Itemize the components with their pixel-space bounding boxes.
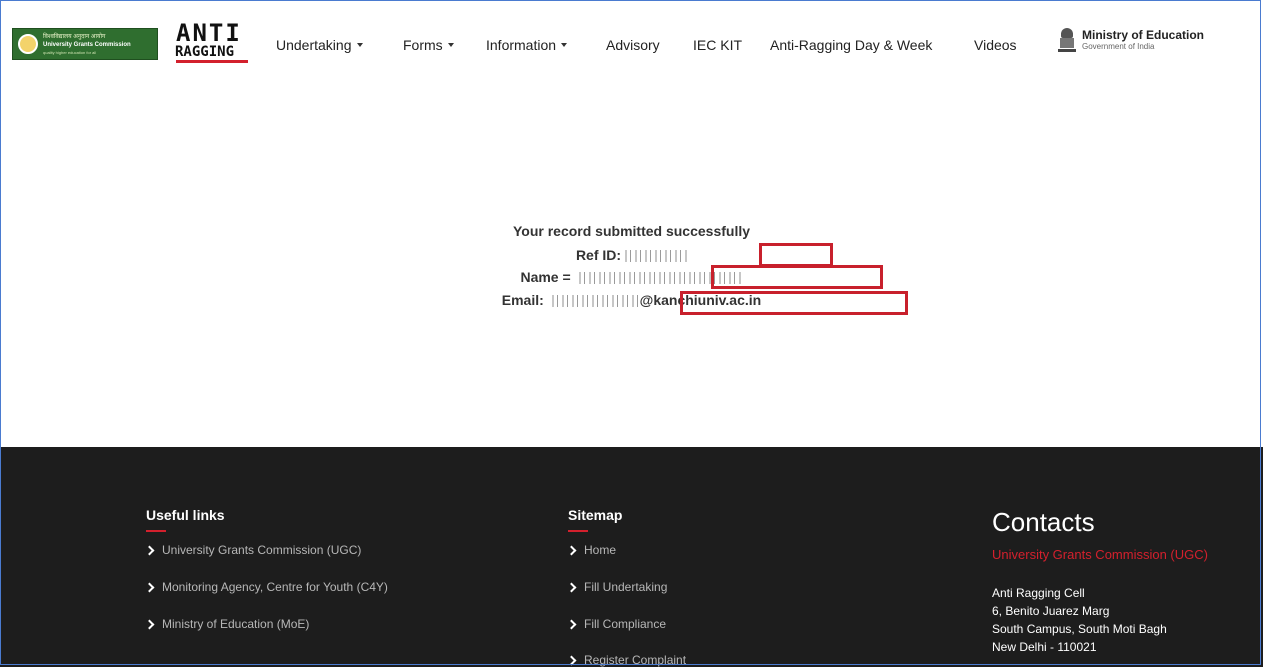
chevron-right-icon: [566, 619, 577, 629]
ref-id-highlight-box: [759, 243, 833, 267]
nav-forms[interactable]: Forms: [403, 36, 454, 54]
useful-link-label: Monitoring Agency, Centre for Youth (C4Y…: [162, 580, 388, 594]
chevron-right-icon: [566, 655, 577, 665]
ugc-logo-tagline: quality higher education for all: [43, 49, 97, 55]
nav-information[interactable]: Information: [486, 36, 568, 54]
useful-link-item[interactable]: Ministry of Education (MoE): [144, 617, 310, 631]
moe-title: Ministry of Education: [1082, 28, 1205, 42]
sitemap-link-label: Register Complaint: [584, 653, 687, 667]
nav-undertaking[interactable]: Undertaking: [276, 36, 363, 54]
name-label: Name =: [520, 269, 571, 285]
sitemap-link-item[interactable]: Home: [566, 543, 617, 557]
sitemap-link-label: Fill Compliance: [584, 617, 667, 631]
chevron-right-icon: [144, 582, 155, 592]
sitemap-link-item[interactable]: Fill Undertaking: [566, 580, 668, 594]
useful-link-item[interactable]: Monitoring Agency, Centre for Youth (C4Y…: [144, 580, 388, 594]
sitemap-rule: [568, 530, 588, 532]
sitemap-link-label: Fill Undertaking: [584, 580, 668, 594]
nav-label: Undertaking: [276, 37, 352, 53]
nav-label: Advisory: [606, 37, 660, 53]
nav-iec-kit[interactable]: IEC KIT: [693, 36, 742, 54]
email-line: Email: @kanchiuniv.ac.in: [0, 292, 1263, 308]
anti-ragging-logo-underline: [176, 60, 248, 63]
chevron-right-icon: [566, 545, 577, 555]
nav-videos[interactable]: Videos: [974, 36, 1017, 54]
nav-label: Videos: [974, 37, 1017, 53]
ref-id-label: Ref ID:: [575, 247, 622, 263]
sitemap-link-label: Home: [584, 543, 617, 557]
caret-down-icon: [447, 43, 454, 47]
nav-label: Information: [486, 37, 557, 53]
useful-link-item[interactable]: University Grants Commission (UGC): [144, 543, 362, 557]
caret-down-icon: [356, 43, 363, 47]
email-label: Email:: [501, 292, 544, 308]
useful-link-label: Ministry of Education (MoE): [162, 617, 310, 631]
useful-links-title: Useful links: [146, 507, 225, 523]
nav-anti-ragging-day-week[interactable]: Anti-Ragging Day & Week: [770, 36, 932, 54]
email-highlight-box: [680, 291, 908, 315]
chevron-right-icon: [566, 582, 577, 592]
useful-links-rule: [146, 530, 166, 532]
address-line: 6, Benito Juarez Marg: [992, 604, 1110, 618]
address-line: New Delhi - 110021: [992, 640, 1097, 654]
name-line: Name =: [0, 269, 1263, 285]
ugc-emblem-icon: [18, 34, 38, 54]
anti-ragging-logo-top: ANTI: [176, 19, 242, 47]
address-line: Anti Ragging Cell: [992, 586, 1085, 600]
site-header: विश्वविद्यालय अनुदान आयोग University Gra…: [0, 0, 1263, 88]
ugc-logo-name: University Grants Commission: [43, 41, 131, 48]
anti-ragging-logo-bottom: RAGGING: [175, 44, 235, 60]
contacts-title: Contacts: [992, 507, 1095, 537]
success-message: Your record submitted successfully: [512, 223, 751, 239]
chevron-right-icon: [144, 545, 155, 555]
sitemap-link-item[interactable]: Register Complaint: [566, 653, 687, 667]
email-user-redacted: [547, 295, 640, 308]
moe-logo[interactable]: Ministry of Education Government of Indi…: [1058, 28, 1204, 58]
sitemap-title: Sitemap: [568, 507, 623, 523]
name-highlight-box: [711, 265, 883, 289]
ref-id-line: Ref ID:: [0, 247, 1263, 263]
national-emblem-icon: [1058, 28, 1076, 54]
address-line: South Campus, South Moti Bagh: [992, 622, 1167, 636]
moe-subtitle: Government of India: [1082, 42, 1155, 51]
nav-label: Forms: [403, 37, 443, 53]
ref-id-value-redacted: [621, 250, 688, 263]
caret-down-icon: [561, 43, 568, 47]
anti-ragging-logo[interactable]: ANTI RAGGING: [172, 20, 252, 66]
contacts-org: University Grants Commission (UGC): [992, 547, 1208, 562]
sitemap-link-item[interactable]: Fill Compliance: [566, 617, 667, 631]
ugc-logo-hindi: विश्वविद्यालय अनुदान आयोग: [43, 33, 106, 40]
ugc-logo[interactable]: विश्वविद्यालय अनुदान आयोग University Gra…: [12, 28, 158, 60]
useful-link-label: University Grants Commission (UGC): [162, 543, 362, 557]
nav-advisory[interactable]: Advisory: [606, 36, 660, 54]
nav-label: IEC KIT: [693, 37, 743, 53]
chevron-right-icon: [144, 619, 155, 629]
main-content: Your record submitted successfully Ref I…: [0, 88, 1263, 447]
site-footer: Useful links University Grants Commissio…: [0, 447, 1263, 667]
nav-label: Anti-Ragging Day & Week: [770, 37, 933, 53]
